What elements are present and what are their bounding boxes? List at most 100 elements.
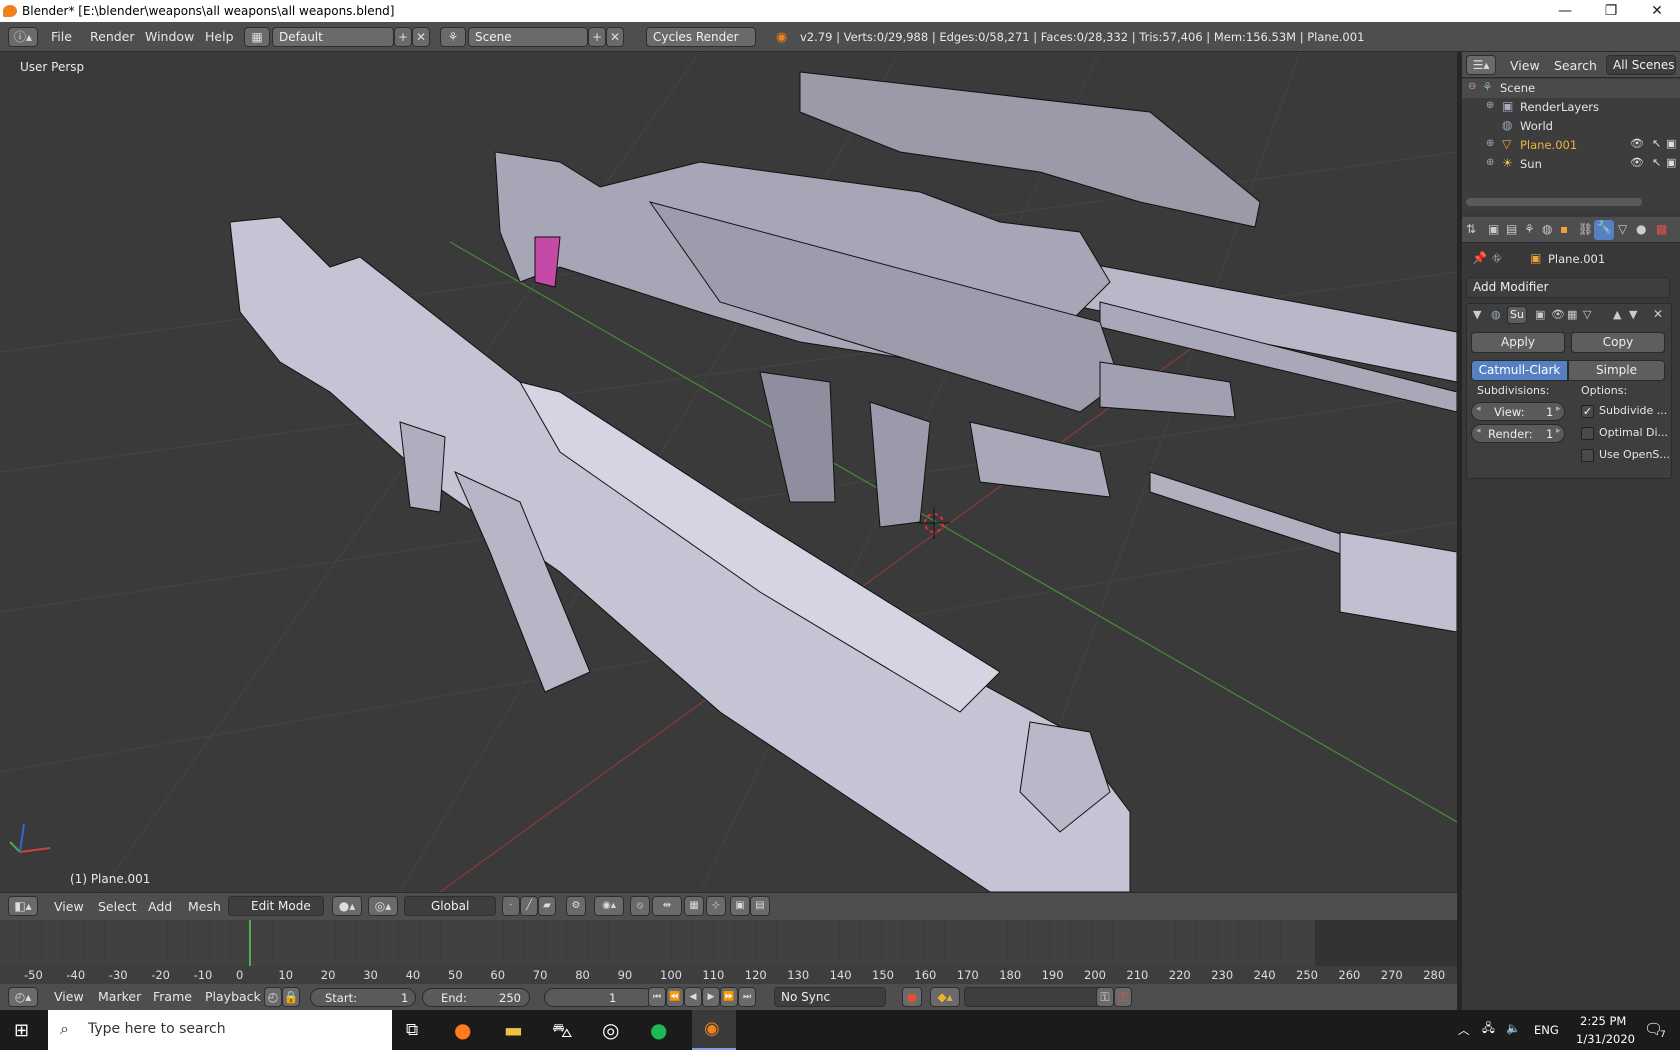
end-frame-field[interactable]: End: 250 — [422, 988, 530, 1007]
menu-mesh[interactable]: Mesh — [188, 899, 221, 914]
pin-icon[interactable]: 📌 — [1472, 251, 1487, 265]
play-reverse-icon[interactable]: ◀ — [684, 987, 702, 1007]
firefox-icon[interactable]: ● — [454, 1018, 471, 1042]
outliner-row-renderlayers[interactable]: ⊕ ▣ RenderLayers — [1462, 98, 1680, 117]
insert-keyframe-icon[interactable]: ⚿ — [1096, 987, 1114, 1007]
delete-keyframe-icon[interactable]: ⚿ — [1114, 987, 1132, 1007]
menu-window[interactable]: Window — [145, 29, 194, 44]
subdivide-uvs-checkbox[interactable]: ✓ — [1581, 405, 1594, 418]
layers-tab-icon[interactable]: ▤ — [1506, 222, 1517, 236]
manipulator-icon[interactable]: ⊹ — [706, 896, 726, 916]
select-arrow-icon[interactable]: ↖ — [1652, 137, 1661, 150]
layers-icon[interactable]: ▦ — [684, 896, 704, 916]
snap-element-icon[interactable]: ⇹ — [652, 896, 682, 916]
select-arrow-icon[interactable]: ↖ — [1652, 156, 1661, 169]
editor-type-icon[interactable]: ⓘ▴ — [8, 27, 38, 47]
render-animation-icon[interactable]: ▤ — [750, 896, 770, 916]
outliner-row-plane[interactable]: ⊕ ▽ Plane.001 👁 ↖ ▣ — [1462, 136, 1680, 155]
auto-keying-icon[interactable]: ● — [902, 987, 922, 1007]
vertex-select-icon[interactable]: ⋅ — [502, 896, 520, 916]
expand-icon[interactable]: ⊕ — [1486, 157, 1494, 168]
render-camera-icon[interactable]: ▣ — [1666, 137, 1676, 150]
data-tab-icon[interactable]: ▽ — [1618, 222, 1627, 236]
jump-keyframe-back-icon[interactable]: ⏪ — [666, 987, 684, 1007]
active-keying-set[interactable] — [964, 987, 1104, 1007]
clock-time[interactable]: 2:25 PM — [1580, 1014, 1626, 1028]
visibility-eye-icon[interactable]: 👁 — [1630, 156, 1644, 169]
face-select-icon[interactable]: ▰ — [538, 896, 556, 916]
collapse-triangle-icon[interactable]: ▼ — [1473, 308, 1481, 321]
transform-orientation-select[interactable]: Global — [404, 896, 496, 916]
jump-start-icon[interactable]: ⏮ — [648, 987, 666, 1007]
volume-icon[interactable]: 🔈 — [1506, 1021, 1520, 1035]
menu-add[interactable]: Add — [148, 899, 172, 914]
outliner-row-scene[interactable]: ⊖ ⚘ Scene — [1462, 79, 1680, 98]
scene-select[interactable]: Scene — [468, 27, 588, 47]
layout-icon[interactable]: ▦ — [244, 27, 270, 47]
remove-layout-icon[interactable]: ✕ — [412, 27, 430, 47]
preview-range-icon[interactable]: ◴ — [264, 987, 282, 1007]
expand-icon[interactable]: ⊕ — [1486, 100, 1494, 111]
menu-playback[interactable]: Playback — [205, 989, 261, 1004]
object-tab-icon[interactable]: ▪ — [1560, 222, 1568, 236]
mode-select[interactable]: Edit Mode — [228, 896, 324, 916]
layout-select[interactable]: Default — [272, 27, 394, 47]
menu-file[interactable]: File — [51, 29, 72, 44]
constraints-tab-icon[interactable]: ⛓ — [1578, 222, 1593, 236]
input-language[interactable]: ENG — [1534, 1023, 1559, 1037]
render-subdivisions-field[interactable]: ◂ Render: 1 ▸ — [1471, 424, 1565, 443]
show-render-icon[interactable]: ▣ — [1535, 308, 1545, 321]
tab-simple[interactable]: Simple — [1568, 360, 1665, 381]
show-viewport-icon[interactable]: 👁 — [1551, 308, 1565, 321]
apply-button[interactable]: Apply — [1471, 332, 1565, 353]
editor-type-icon[interactable]: ☰▴ — [1466, 55, 1496, 75]
scene-icon[interactable]: ⚘ — [440, 27, 466, 47]
tray-chevron-icon[interactable]: ︿ — [1458, 1022, 1470, 1038]
world-tab-icon[interactable]: ◍ — [1542, 222, 1552, 236]
menu-view[interactable]: View — [54, 899, 84, 914]
modifier-name-field[interactable]: Su — [1507, 306, 1527, 324]
menu-help[interactable]: Help — [205, 29, 234, 44]
3d-viewport[interactable]: User Persp (1) Plane.001 — [0, 52, 1457, 892]
pivot-point-icon[interactable]: ◎▴ — [368, 896, 398, 916]
menu-render[interactable]: Render — [90, 29, 135, 44]
snap-toggle-icon[interactable]: ⦸ — [630, 896, 650, 916]
outliner-scrollbar[interactable] — [1466, 198, 1642, 206]
limit-selection-icon[interactable]: ⚙ — [566, 896, 586, 916]
viewport-canvas[interactable] — [0, 52, 1457, 892]
menu-marker[interactable]: Marker — [98, 989, 141, 1004]
render-engine-select[interactable]: Cycles Render — [646, 27, 756, 47]
expand-icon[interactable]: ⊕ — [1486, 138, 1494, 149]
start-frame-field[interactable]: Start: 1 — [310, 988, 416, 1007]
current-frame-indicator[interactable] — [249, 920, 251, 966]
lock-range-icon[interactable]: 🔒 — [282, 987, 300, 1007]
maximize-button[interactable]: ❐ — [1588, 0, 1634, 22]
timeline-grid[interactable] — [0, 920, 1457, 966]
play-icon[interactable]: ▶ — [702, 987, 720, 1007]
minimize-button[interactable]: — — [1542, 0, 1588, 22]
render-camera-icon[interactable]: ▣ — [1666, 156, 1676, 169]
windows-start-icon[interactable]: ⊞ — [14, 1020, 29, 1041]
network-icon[interactable]: 🖧 — [1482, 1021, 1495, 1040]
app-circle-icon[interactable]: ◎ — [602, 1018, 619, 1042]
render-tab-icon[interactable]: ▣ — [1488, 222, 1499, 236]
remove-scene-icon[interactable]: ✕ — [606, 27, 624, 47]
collapse-icon[interactable]: ⊖ — [1468, 81, 1476, 92]
add-modifier-select[interactable]: Add Modifier — [1466, 277, 1670, 298]
copy-button[interactable]: Copy — [1571, 332, 1665, 353]
store-icon[interactable]: ⛍ — [552, 1018, 573, 1045]
remove-modifier-icon[interactable]: ✕ — [1653, 307, 1663, 321]
view-subdivisions-field[interactable]: ◂ View: 1 ▸ — [1471, 402, 1565, 421]
show-cage-icon[interactable]: ▽ — [1583, 308, 1591, 321]
move-up-icon[interactable]: ▲ — [1613, 308, 1621, 321]
current-frame-field[interactable]: 1 — [544, 988, 654, 1007]
menu-frame[interactable]: Frame — [153, 989, 192, 1004]
material-tab-icon[interactable]: ● — [1636, 222, 1646, 236]
visibility-eye-icon[interactable]: 👁 — [1630, 137, 1644, 150]
close-button[interactable]: ✕ — [1634, 0, 1680, 22]
scene-tab-icon[interactable]: ⚘ — [1524, 222, 1535, 236]
jump-end-icon[interactable]: ⏭ — [738, 987, 756, 1007]
outliner-filter-select[interactable]: All Scenes — [1606, 55, 1676, 75]
jump-keyframe-forward-icon[interactable]: ⏩ — [720, 987, 738, 1007]
show-editmode-icon[interactable]: ▦ — [1567, 308, 1577, 321]
